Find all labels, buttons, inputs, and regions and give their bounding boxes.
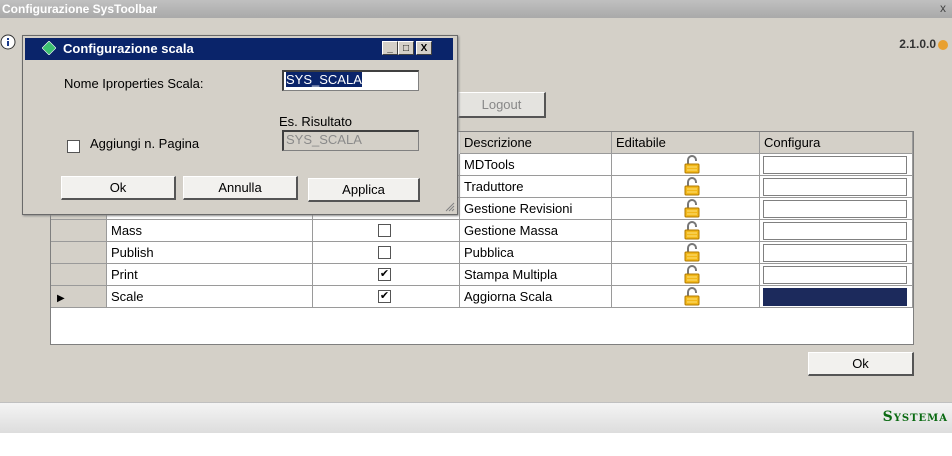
current-row-marker: ▶ bbox=[57, 293, 65, 304]
nome-iproperties-value: SYS_SCALA bbox=[286, 72, 362, 87]
lock-open-icon bbox=[684, 199, 700, 218]
row-descrizione[interactable]: Pubblica bbox=[460, 242, 612, 264]
row-configura[interactable] bbox=[760, 154, 913, 176]
minimize-button[interactable]: _ bbox=[382, 41, 398, 55]
row-enabled-checkbox[interactable] bbox=[378, 246, 391, 259]
row-configura[interactable] bbox=[760, 198, 913, 220]
row-name[interactable]: Print bbox=[107, 264, 313, 286]
main-window-close-button[interactable]: x bbox=[936, 1, 950, 15]
row-header[interactable]: ▶ bbox=[51, 286, 107, 308]
row-descrizione[interactable]: Aggiorna Scala bbox=[460, 286, 612, 308]
row-name[interactable]: Mass bbox=[107, 220, 313, 242]
row-editabile[interactable] bbox=[612, 176, 760, 198]
row-configura[interactable] bbox=[760, 264, 913, 286]
row-descrizione[interactable]: Traduttore bbox=[460, 176, 612, 198]
row-header[interactable] bbox=[51, 264, 107, 286]
row-configura[interactable] bbox=[760, 220, 913, 242]
row-editabile[interactable] bbox=[612, 264, 760, 286]
row-configura[interactable] bbox=[760, 286, 913, 308]
aggiungi-pagina-checkbox[interactable] bbox=[67, 140, 80, 153]
version-label: 2.1.0.0 bbox=[899, 37, 948, 51]
version-text: 2.1.0.0 bbox=[899, 37, 936, 51]
row-header[interactable] bbox=[51, 242, 107, 264]
diamond-app-icon bbox=[42, 41, 56, 55]
main-window-title: Configurazione SysToolbar bbox=[2, 2, 158, 16]
row-editabile[interactable] bbox=[612, 220, 760, 242]
lock-open-icon bbox=[684, 221, 700, 240]
row-configura[interactable] bbox=[760, 242, 913, 264]
row-descrizione[interactable]: Stampa Multipla bbox=[460, 264, 612, 286]
row-configura[interactable] bbox=[760, 176, 913, 198]
dialog-title: Configurazione scala bbox=[63, 41, 194, 56]
row-editabile[interactable] bbox=[612, 198, 760, 220]
row-editabile[interactable] bbox=[612, 242, 760, 264]
logout-button[interactable]: Logout bbox=[458, 92, 546, 118]
brand-logo: Systema bbox=[882, 409, 948, 425]
row-descrizione[interactable]: Gestione Revisioni bbox=[460, 198, 612, 220]
user-icon bbox=[938, 39, 948, 50]
row-enabled-checkbox[interactable] bbox=[378, 224, 391, 237]
column-header-configura[interactable]: Configura bbox=[760, 132, 913, 154]
configura-field[interactable] bbox=[763, 156, 907, 174]
row-descrizione[interactable]: MDTools bbox=[460, 154, 612, 176]
nome-iproperties-input[interactable]: SYS_SCALA bbox=[282, 70, 419, 91]
lock-open-icon bbox=[684, 177, 700, 196]
row-editabile[interactable] bbox=[612, 286, 760, 308]
nome-iproperties-label: Nome Iproperties Scala: bbox=[64, 76, 204, 91]
close-button[interactable]: X bbox=[416, 41, 432, 55]
configura-field[interactable] bbox=[763, 266, 907, 284]
main-window-title-bar: Configurazione SysToolbar bbox=[0, 0, 952, 18]
configura-field[interactable] bbox=[763, 244, 907, 262]
row-enabled-checkbox[interactable]: ✔ bbox=[378, 290, 391, 303]
row-enabled-cell[interactable]: ✔ bbox=[313, 264, 460, 286]
lock-open-icon bbox=[684, 243, 700, 262]
lock-open-icon bbox=[684, 287, 700, 306]
resize-grip-icon[interactable] bbox=[445, 202, 455, 212]
dialog-title-bar[interactable]: Configurazione scala _ □ X bbox=[25, 38, 453, 60]
lock-open-icon bbox=[684, 155, 700, 174]
configura-field[interactable] bbox=[763, 288, 907, 306]
row-descrizione[interactable]: Gestione Massa bbox=[460, 220, 612, 242]
ok-button[interactable]: Ok bbox=[808, 352, 914, 376]
column-header-descrizione[interactable]: Descrizione bbox=[460, 132, 612, 154]
row-header[interactable] bbox=[51, 220, 107, 242]
row-enabled-cell[interactable] bbox=[313, 220, 460, 242]
dialog-ok-button[interactable]: Ok bbox=[61, 176, 176, 200]
configura-field[interactable] bbox=[763, 178, 907, 196]
column-header-editabile[interactable]: Editabile bbox=[612, 132, 760, 154]
info-icon bbox=[0, 34, 16, 50]
aggiungi-pagina-label: Aggiungi n. Pagina bbox=[90, 136, 200, 151]
row-editabile[interactable] bbox=[612, 154, 760, 176]
row-enabled-checkbox[interactable]: ✔ bbox=[378, 268, 391, 281]
applica-button[interactable]: Applica bbox=[308, 178, 420, 202]
row-enabled-cell[interactable]: ✔ bbox=[313, 286, 460, 308]
esempio-risultato-field: SYS_SCALA bbox=[282, 130, 419, 151]
row-name[interactable]: Publish bbox=[107, 242, 313, 264]
maximize-button[interactable]: □ bbox=[398, 41, 414, 55]
row-name[interactable]: Scale bbox=[107, 286, 313, 308]
configura-field[interactable] bbox=[763, 200, 907, 218]
esempio-risultato-label: Es. Risultato bbox=[279, 114, 352, 129]
configura-field[interactable] bbox=[763, 222, 907, 240]
row-enabled-cell[interactable] bbox=[313, 242, 460, 264]
annulla-button[interactable]: Annulla bbox=[183, 176, 298, 200]
lock-open-icon bbox=[684, 265, 700, 284]
footer-bar bbox=[0, 402, 952, 433]
scale-config-dialog: Configurazione scala _ □ X Nome Ipropert… bbox=[22, 35, 458, 215]
